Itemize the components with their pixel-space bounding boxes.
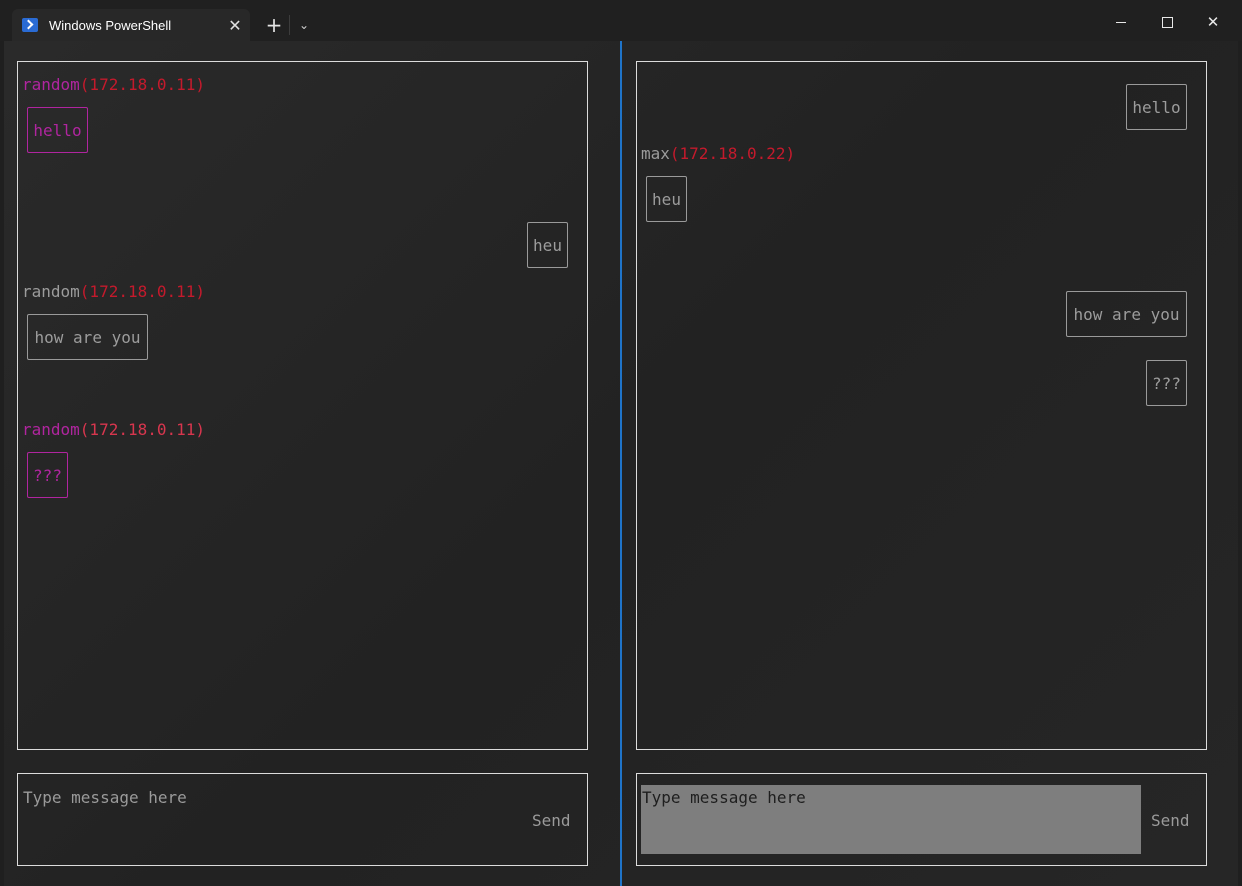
message-input-placeholder: Type message here <box>642 788 806 807</box>
sender-label: max(172.18.0.22) <box>641 144 795 163</box>
send-button[interactable]: Send <box>1151 811 1190 830</box>
sender-ip: (172.18.0.11) <box>79 420 206 439</box>
sender-name: max <box>641 144 670 163</box>
tab-title: Windows PowerShell <box>49 17 172 33</box>
sender-label: random(172.18.0.11) <box>22 75 205 94</box>
sender-name: random <box>22 282 80 301</box>
right-chat-log[interactable]: hello max(172.18.0.22) heu how are you ?… <box>636 61 1207 750</box>
left-chat-log[interactable]: random(172.18.0.11) hello heu random(172… <box>17 61 588 750</box>
sender-label: random(172.18.0.11) <box>22 420 205 439</box>
sender-ip: (172.18.0.11) <box>79 282 206 301</box>
powershell-icon <box>22 18 38 32</box>
right-message-composer: Type message here Send <box>636 773 1207 866</box>
message-bubble: heu <box>646 176 687 222</box>
sender-name: random <box>22 420 80 439</box>
tab-close-icon[interactable]: ✕ <box>220 16 250 35</box>
maximize-icon <box>1161 17 1173 28</box>
close-window-button[interactable]: ✕ <box>1190 8 1236 36</box>
message-input[interactable]: Type message here <box>23 788 187 807</box>
left-message-composer: Type message here Send <box>17 773 588 866</box>
sender-ip: (172.18.0.11) <box>79 75 206 94</box>
new-tab-button[interactable]: + <box>262 12 286 38</box>
sender-ip: (172.18.0.22) <box>669 144 796 163</box>
sender-name: random <box>22 75 80 94</box>
send-button[interactable]: Send <box>532 811 571 830</box>
message-bubble: how are you <box>27 314 148 360</box>
message-bubble: ??? <box>27 452 68 498</box>
pane-divider[interactable] <box>620 41 622 886</box>
message-bubble: ??? <box>1146 360 1187 406</box>
message-bubble: heu <box>527 222 568 268</box>
minimize-button[interactable] <box>1098 8 1144 36</box>
tab-windows-powershell[interactable]: Windows PowerShell ✕ <box>12 9 250 41</box>
maximize-button[interactable] <box>1144 8 1190 36</box>
message-input[interactable]: Type message here <box>641 785 1141 854</box>
title-bar: Windows PowerShell ✕ + ⌄ ✕ <box>0 0 1242 41</box>
message-bubble: hello <box>1126 84 1187 130</box>
chevron-down-icon[interactable]: ⌄ <box>294 12 314 38</box>
tab-separator <box>289 15 290 35</box>
message-bubble: how are you <box>1066 291 1187 337</box>
minimize-icon <box>1116 22 1126 23</box>
sender-label: random(172.18.0.11) <box>22 282 205 301</box>
message-bubble: hello <box>27 107 88 153</box>
